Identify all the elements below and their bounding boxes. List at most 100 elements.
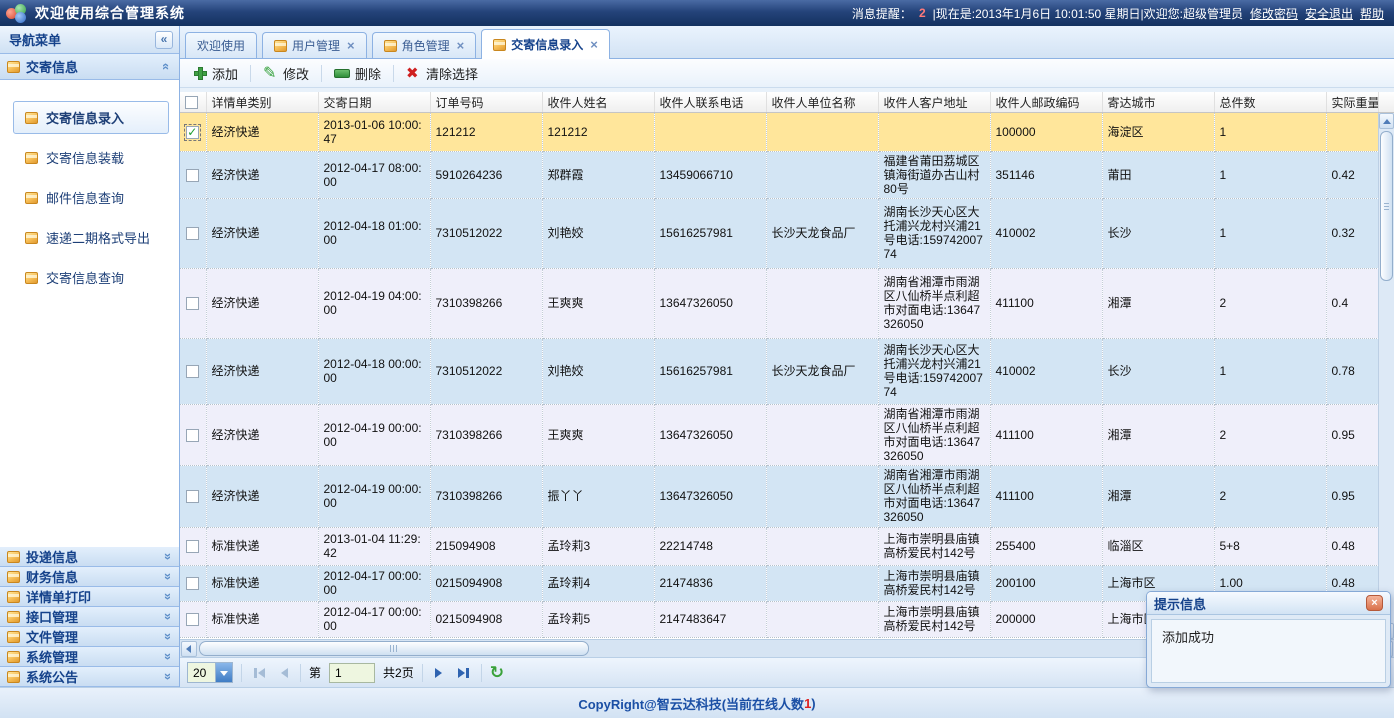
cell: 经济快递 bbox=[206, 198, 318, 268]
column-header[interactable]: 收件人邮政编码 bbox=[990, 92, 1102, 112]
sidebar-item[interactable]: 邮件信息查询 bbox=[13, 181, 169, 214]
vertical-scrollbar[interactable] bbox=[1378, 113, 1394, 639]
toolbar-button[interactable]: 清除选择 bbox=[398, 61, 486, 86]
cell: 标准快递 bbox=[206, 527, 318, 565]
vertical-scrollbar-thumb[interactable] bbox=[1380, 131, 1393, 281]
change-password-link[interactable]: 修改密码 bbox=[1250, 5, 1298, 22]
sidebar-item[interactable]: 交寄信息录入 bbox=[13, 101, 169, 134]
toolbar-button[interactable]: 添加 bbox=[186, 61, 246, 86]
sidebar-group[interactable]: 详情单打印 bbox=[0, 587, 179, 607]
tab[interactable]: 用户管理 bbox=[262, 32, 367, 58]
sidebar-group-label: 系统管理 bbox=[26, 647, 78, 666]
row-checkbox[interactable] bbox=[186, 365, 199, 378]
sidebar-collapse-button[interactable] bbox=[155, 31, 173, 49]
column-header[interactable]: 订单号码 bbox=[430, 92, 542, 112]
page-size-select[interactable]: 20 bbox=[187, 662, 233, 683]
tab[interactable]: 欢迎使用 bbox=[185, 32, 257, 58]
table-row[interactable]: 经济快递2012-04-19 04:00:007310398266王爽爽1364… bbox=[180, 268, 1378, 338]
sidebar-item[interactable]: 速递二期格式导出 bbox=[13, 221, 169, 254]
scroll-left-icon[interactable] bbox=[181, 641, 197, 657]
column-header[interactable]: 收件人联系电话 bbox=[654, 92, 766, 112]
column-header[interactable]: 实际重量 bbox=[1326, 92, 1378, 112]
column-header[interactable]: 收件人客户地址 bbox=[878, 92, 990, 112]
sidebar-group[interactable]: 财务信息 bbox=[0, 567, 179, 587]
cell: 2012-04-19 04:00:00 bbox=[318, 268, 430, 338]
prev-page-button[interactable] bbox=[277, 668, 292, 678]
cell: 121212 bbox=[430, 113, 542, 151]
sidebar-group[interactable]: 投递信息 bbox=[0, 547, 179, 567]
tab-label: 用户管理 bbox=[292, 37, 340, 54]
tab[interactable]: 角色管理 bbox=[372, 32, 477, 58]
tab-close-icon[interactable] bbox=[347, 38, 355, 53]
cell: 411100 bbox=[990, 268, 1102, 338]
sidebar-title: 导航菜单 bbox=[9, 30, 61, 49]
message-count-badge[interactable]: 2 bbox=[919, 6, 926, 20]
column-header[interactable]: 总件数 bbox=[1214, 92, 1326, 112]
table-row[interactable]: 经济快递2012-04-19 00:00:007310398266王爽爽1364… bbox=[180, 404, 1378, 465]
select-all-checkbox[interactable] bbox=[185, 96, 198, 109]
table-row[interactable]: 经济快递2012-04-17 08:00:005910264236郑群霞1345… bbox=[180, 151, 1378, 198]
sidebar-group-label: 投递信息 bbox=[26, 547, 78, 566]
row-checkbox[interactable] bbox=[186, 429, 199, 442]
cell: 长沙 bbox=[1102, 198, 1214, 268]
tab-close-icon[interactable] bbox=[457, 38, 465, 53]
sidebar-group-expanded[interactable]: 交寄信息 bbox=[0, 54, 179, 80]
tab-close-icon[interactable] bbox=[590, 37, 598, 52]
sidebar-group[interactable]: 文件管理 bbox=[0, 627, 179, 647]
row-checkbox[interactable] bbox=[186, 227, 199, 240]
first-page-button[interactable] bbox=[250, 668, 269, 678]
chevron-down-icon[interactable] bbox=[215, 663, 232, 682]
last-page-button[interactable] bbox=[454, 668, 473, 678]
row-checkbox[interactable] bbox=[186, 169, 199, 182]
row-select-cell bbox=[180, 565, 206, 601]
row-checkbox[interactable] bbox=[186, 297, 199, 310]
table-row[interactable]: 经济快递2012-04-18 00:00:007310512022刘艳姣1561… bbox=[180, 338, 1378, 404]
tab[interactable]: 交寄信息录入 bbox=[481, 29, 610, 59]
horizontal-scrollbar-thumb[interactable] bbox=[199, 641, 589, 656]
popup-header[interactable]: 提示信息 bbox=[1147, 592, 1390, 615]
table-row[interactable]: 经济快递2012-04-19 00:00:007310398266振丫丫1364… bbox=[180, 465, 1378, 527]
navigation-sidebar: 导航菜单 交寄信息 交寄信息录入 交寄信息装载 邮件信息查询 速递二期格式导出 … bbox=[0, 26, 180, 687]
column-header[interactable]: 收件人姓名 bbox=[542, 92, 654, 112]
cell: 411100 bbox=[990, 404, 1102, 465]
column-header[interactable]: 寄达城市 bbox=[1102, 92, 1214, 112]
column-header[interactable]: 交寄日期 bbox=[318, 92, 430, 112]
sidebar-group[interactable]: 系统管理 bbox=[0, 647, 179, 667]
pager-separator bbox=[422, 664, 423, 682]
row-checkbox[interactable] bbox=[186, 490, 199, 503]
next-page-button[interactable] bbox=[431, 668, 446, 678]
cell bbox=[766, 465, 878, 527]
cell: 2013-01-04 11:29:42 bbox=[318, 527, 430, 565]
toolbar-separator bbox=[250, 65, 251, 82]
toolbar-button[interactable]: 修改 bbox=[255, 61, 317, 86]
table-row[interactable]: 标准快递2013-01-04 11:29:42215094908孟玲莉32221… bbox=[180, 527, 1378, 565]
scroll-up-icon[interactable] bbox=[1379, 113, 1394, 129]
logout-link[interactable]: 安全退出 bbox=[1305, 5, 1353, 22]
column-header[interactable]: 收件人单位名称 bbox=[766, 92, 878, 112]
table-row[interactable]: 经济快递2013-01-06 10:00:4712121212121210000… bbox=[180, 113, 1378, 151]
page-number-input[interactable] bbox=[329, 663, 375, 683]
row-checkbox[interactable] bbox=[186, 577, 199, 590]
close-icon[interactable] bbox=[1366, 595, 1383, 611]
cell: 200000 bbox=[990, 601, 1102, 637]
sidebar-group[interactable]: 接口管理 bbox=[0, 607, 179, 627]
refresh-icon[interactable] bbox=[490, 664, 504, 681]
toolbar-button[interactable]: 删除 bbox=[326, 61, 389, 86]
row-select-cell bbox=[180, 151, 206, 198]
sidebar-group-label: 详情单打印 bbox=[26, 587, 91, 606]
cell: 郑群霞 bbox=[542, 151, 654, 198]
sidebar-group[interactable]: 系统公告 bbox=[0, 667, 179, 687]
sidebar-item[interactable]: 交寄信息查询 bbox=[13, 261, 169, 294]
cell: 7310398266 bbox=[430, 404, 542, 465]
row-checkbox[interactable] bbox=[186, 540, 199, 553]
copyright-text: CopyRight@智云达科技(当前在线人数 bbox=[578, 694, 804, 713]
row-select-cell bbox=[180, 198, 206, 268]
row-checkbox[interactable] bbox=[186, 613, 199, 626]
cell: 经济快递 bbox=[206, 113, 318, 151]
column-header[interactable]: 详情单类别 bbox=[206, 92, 318, 112]
help-link[interactable]: 帮助 bbox=[1360, 5, 1384, 22]
sidebar-group-label: 接口管理 bbox=[26, 607, 78, 626]
sidebar-item[interactable]: 交寄信息装载 bbox=[13, 141, 169, 174]
table-row[interactable]: 经济快递2012-04-18 01:00:007310512022刘艳姣1561… bbox=[180, 198, 1378, 268]
row-checkbox[interactable] bbox=[186, 126, 199, 139]
